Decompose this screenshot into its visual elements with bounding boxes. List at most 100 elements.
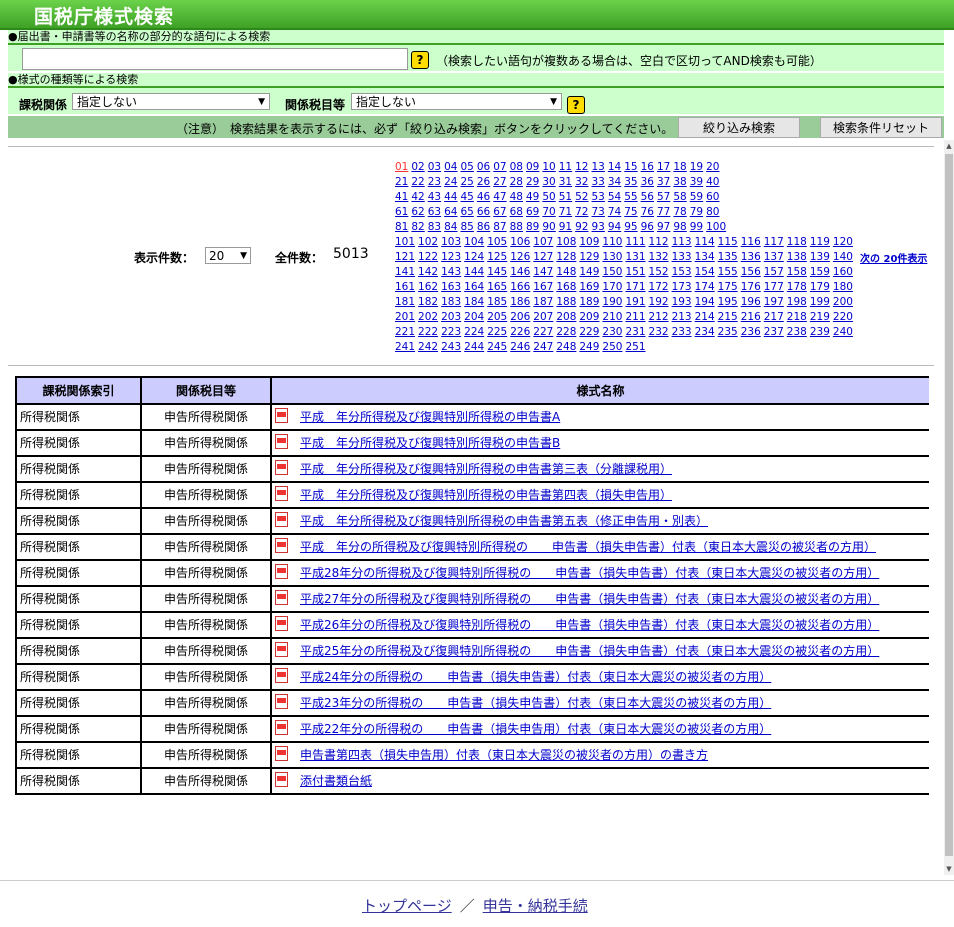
page-link[interactable]: 49 bbox=[526, 191, 539, 203]
page-link[interactable]: 09 bbox=[526, 161, 539, 173]
page-link[interactable]: 74 bbox=[608, 206, 621, 218]
page-link[interactable]: 54 bbox=[608, 191, 621, 203]
page-link[interactable]: 42 bbox=[411, 191, 424, 203]
page-link[interactable]: 208 bbox=[556, 311, 576, 323]
page-link[interactable]: 20 bbox=[706, 161, 719, 173]
page-link[interactable]: 86 bbox=[477, 221, 490, 233]
page-link[interactable]: 162 bbox=[418, 281, 438, 293]
page-link[interactable]: 80 bbox=[706, 206, 719, 218]
page-link[interactable]: 63 bbox=[428, 206, 441, 218]
form-link[interactable]: 平成24年分の所得税の 申告書（損失申告書）付表（東日本大震災の被災者の方用） bbox=[300, 670, 771, 684]
page-link[interactable]: 91 bbox=[559, 221, 572, 233]
page-link[interactable]: 66 bbox=[477, 206, 490, 218]
page-link[interactable]: 33 bbox=[592, 176, 605, 188]
page-link[interactable]: 127 bbox=[533, 251, 553, 263]
pdf-icon[interactable] bbox=[275, 408, 288, 423]
keyword-input[interactable] bbox=[22, 48, 408, 70]
pdf-icon[interactable] bbox=[275, 642, 288, 657]
page-link[interactable]: 194 bbox=[695, 296, 715, 308]
page-link[interactable]: 72 bbox=[575, 206, 588, 218]
page-link[interactable]: 240 bbox=[833, 326, 853, 338]
page-link[interactable]: 143 bbox=[441, 266, 461, 278]
page-link[interactable]: 147 bbox=[533, 266, 553, 278]
page-link[interactable]: 05 bbox=[461, 161, 474, 173]
pdf-icon[interactable] bbox=[275, 512, 288, 527]
form-link[interactable]: 平成 年分所得税及び復興特別所得税の申告書第五表（修正申告用・別表） bbox=[300, 514, 708, 528]
page-link[interactable]: 159 bbox=[810, 266, 830, 278]
pdf-icon[interactable] bbox=[275, 486, 288, 501]
page-link[interactable]: 211 bbox=[625, 311, 645, 323]
page-link[interactable]: 163 bbox=[441, 281, 461, 293]
page-link[interactable]: 217 bbox=[764, 311, 784, 323]
form-link[interactable]: 平成22年分の所得税の 申告書（損失申告用）付表（東日本大震災の被災者の方用） bbox=[300, 722, 771, 736]
page-link[interactable]: 236 bbox=[741, 326, 761, 338]
page-link[interactable]: 251 bbox=[625, 341, 645, 353]
scroll-down-icon[interactable]: ▼ bbox=[944, 863, 954, 875]
page-link[interactable]: 27 bbox=[493, 176, 506, 188]
page-link[interactable]: 145 bbox=[487, 266, 507, 278]
page-link[interactable]: 70 bbox=[542, 206, 555, 218]
page-link[interactable]: 85 bbox=[461, 221, 474, 233]
page-link[interactable]: 167 bbox=[533, 281, 553, 293]
page-link[interactable]: 95 bbox=[624, 221, 637, 233]
page-link[interactable]: 169 bbox=[579, 281, 599, 293]
page-link[interactable]: 178 bbox=[787, 281, 807, 293]
page-link[interactable]: 185 bbox=[487, 296, 507, 308]
page-link[interactable]: 201 bbox=[395, 311, 415, 323]
page-link[interactable]: 89 bbox=[526, 221, 539, 233]
reset-conditions-button[interactable]: 検索条件リセット bbox=[820, 117, 942, 138]
page-link[interactable]: 29 bbox=[526, 176, 539, 188]
page-link[interactable]: 158 bbox=[787, 266, 807, 278]
page-link[interactable]: 112 bbox=[649, 236, 669, 248]
page-link[interactable]: 198 bbox=[787, 296, 807, 308]
scrollbar[interactable]: ▲ ▼ bbox=[944, 140, 954, 875]
page-link[interactable]: 192 bbox=[649, 296, 669, 308]
page-link[interactable]: 181 bbox=[395, 296, 415, 308]
page-link[interactable]: 16 bbox=[641, 161, 654, 173]
page-link[interactable]: 60 bbox=[706, 191, 719, 203]
page-link[interactable]: 189 bbox=[579, 296, 599, 308]
page-link[interactable]: 135 bbox=[718, 251, 738, 263]
pdf-icon[interactable] bbox=[275, 564, 288, 579]
page-link[interactable]: 220 bbox=[833, 311, 853, 323]
page-link[interactable]: 227 bbox=[533, 326, 553, 338]
page-link[interactable]: 150 bbox=[602, 266, 622, 278]
page-link[interactable]: 18 bbox=[673, 161, 686, 173]
page-link[interactable]: 148 bbox=[556, 266, 576, 278]
form-link[interactable]: 平成 年分所得税及び復興特別所得税の申告書第四表（損失申告用） bbox=[300, 488, 672, 502]
page-link[interactable]: 197 bbox=[764, 296, 784, 308]
page-link[interactable]: 102 bbox=[418, 236, 438, 248]
page-link[interactable]: 120 bbox=[833, 236, 853, 248]
page-link[interactable]: 22 bbox=[411, 176, 424, 188]
page-link[interactable]: 90 bbox=[542, 221, 555, 233]
page-link[interactable]: 176 bbox=[741, 281, 761, 293]
page-link[interactable]: 219 bbox=[810, 311, 830, 323]
page-link[interactable]: 210 bbox=[602, 311, 622, 323]
page-link[interactable]: 212 bbox=[649, 311, 669, 323]
page-link[interactable]: 170 bbox=[602, 281, 622, 293]
page-link[interactable]: 105 bbox=[487, 236, 507, 248]
page-link[interactable]: 138 bbox=[787, 251, 807, 263]
page-link[interactable]: 15 bbox=[624, 161, 637, 173]
page-link[interactable]: 130 bbox=[602, 251, 622, 263]
filing-link[interactable]: 申告・納税手続 bbox=[483, 897, 588, 915]
page-link[interactable]: 55 bbox=[624, 191, 637, 203]
page-link[interactable]: 166 bbox=[510, 281, 530, 293]
page-link[interactable]: 149 bbox=[579, 266, 599, 278]
pdf-icon[interactable] bbox=[275, 538, 288, 553]
tax-item-select[interactable]: 指定しない ▼ bbox=[351, 93, 562, 110]
page-link[interactable]: 100 bbox=[706, 221, 726, 233]
page-link[interactable]: 134 bbox=[695, 251, 715, 263]
page-link[interactable]: 126 bbox=[510, 251, 530, 263]
page-link[interactable]: 24 bbox=[444, 176, 457, 188]
page-link[interactable]: 21 bbox=[395, 176, 408, 188]
page-link[interactable]: 216 bbox=[741, 311, 761, 323]
next-page-link[interactable]: 次の 20件表示 bbox=[860, 250, 927, 265]
pdf-icon[interactable] bbox=[275, 772, 288, 787]
page-link[interactable]: 128 bbox=[556, 251, 576, 263]
page-link[interactable]: 160 bbox=[833, 266, 853, 278]
page-link[interactable]: 247 bbox=[533, 341, 553, 353]
page-link[interactable]: 83 bbox=[428, 221, 441, 233]
page-link[interactable]: 68 bbox=[510, 206, 523, 218]
col-header-tax-item[interactable]: 関係税目等 bbox=[140, 376, 272, 405]
